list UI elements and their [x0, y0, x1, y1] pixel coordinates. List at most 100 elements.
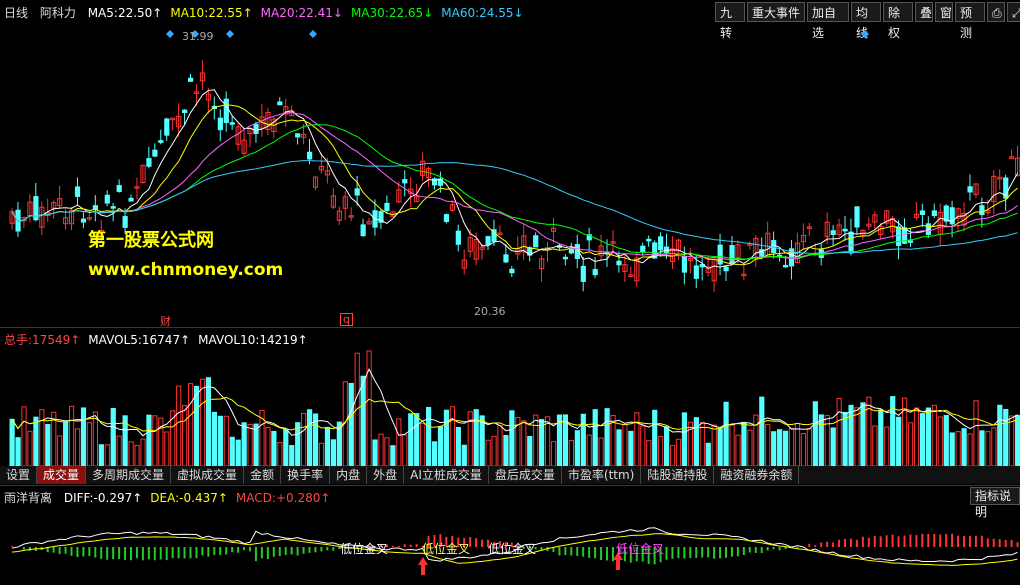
volume-bar: [902, 397, 908, 466]
indicator-tab[interactable]: 虚拟成交量: [171, 466, 245, 484]
volume-bar: [925, 407, 931, 466]
volume-chart[interactable]: [0, 348, 1020, 466]
volume-label: MAVOL5:: [88, 333, 142, 347]
volume-bar: [140, 438, 146, 466]
volume-bar: [681, 412, 688, 466]
volume-bar: [878, 409, 884, 466]
candle-body: [640, 245, 646, 253]
q-event-marker[interactable]: q: [340, 313, 353, 326]
volume-bar: [223, 415, 229, 466]
candle-body: [562, 256, 569, 260]
ma-label: MA30:: [350, 6, 389, 20]
volume-bar: [705, 442, 711, 466]
ma-indicator: MA10:22.55↑: [170, 6, 252, 20]
candle-body: [384, 202, 390, 212]
toolbar-button[interactable]: 预测: [955, 2, 985, 40]
volume-bar: [330, 439, 336, 466]
candle-body: [164, 118, 170, 136]
volume-bar: [289, 445, 295, 466]
volume-indicator: MAVOL5:16747↑: [88, 333, 190, 347]
candle-body: [188, 77, 194, 82]
ma-label: MA10:: [170, 6, 209, 20]
candle-body: [485, 236, 491, 246]
candle-body: [848, 231, 854, 254]
indicator-tab[interactable]: 多周期成交量: [86, 466, 172, 484]
volume-bar: [800, 433, 807, 466]
volume-bar: [634, 412, 640, 466]
volume-arrow: ↑: [70, 333, 81, 347]
candle-body: [533, 235, 539, 248]
volume-bar: [80, 407, 87, 466]
volume-bar: [539, 419, 545, 466]
candle-body: [74, 186, 81, 197]
volume-bar: [973, 400, 979, 466]
volume-bar: [842, 411, 848, 466]
volume-bar: [420, 423, 426, 466]
indicator-tab[interactable]: 金额: [244, 466, 282, 484]
volume-bar: [199, 378, 206, 466]
volume-bar: [711, 424, 717, 466]
macd-label: MACD:: [235, 491, 276, 505]
volume-bar: [503, 434, 509, 466]
candle-body: [92, 205, 99, 210]
volume-bar: [33, 416, 39, 466]
toolbar-button[interactable]: 均线: [851, 2, 881, 40]
macd-value: -0.297: [93, 491, 133, 505]
indicator-tab[interactable]: 换手率: [281, 466, 331, 484]
toolbar-button[interactable]: ⤢: [1007, 2, 1020, 22]
candle-body: [402, 179, 408, 184]
indicator-tab[interactable]: 市盈率(ttm): [562, 466, 642, 484]
volume-bar: [628, 430, 634, 466]
indicator-help-button[interactable]: 指标说明: [970, 487, 1020, 519]
toolbar-button[interactable]: 九转: [715, 2, 745, 40]
volume-value: 17549: [32, 333, 71, 347]
toolbar-button[interactable]: ⎙: [987, 2, 1005, 22]
toolbar-button[interactable]: 重大事件: [747, 2, 805, 22]
volume-bar: [777, 429, 783, 466]
signal-label: 低位金叉: [340, 542, 389, 556]
volume-bar: [592, 409, 598, 466]
indicator-tab[interactable]: 陆股通持股: [641, 466, 715, 484]
volume-bar: [372, 439, 378, 466]
indicator-tab[interactable]: 内盘: [330, 466, 368, 484]
volume-bar: [872, 425, 878, 466]
toolbar-button[interactable]: 加自选: [807, 2, 849, 40]
candle-body: [128, 197, 134, 202]
volume-bar: [9, 418, 15, 466]
volume-info-bar: 总手:17549↑ MAVOL5:16747↑ MAVOL10:14219↑: [4, 331, 316, 348]
volume-bar: [27, 430, 33, 466]
volume-bar: [158, 417, 164, 466]
volume-bar: [110, 408, 116, 466]
toolbar-button[interactable]: 窗: [935, 2, 953, 22]
volume-arrow: ↑: [297, 333, 308, 347]
volume-bar: [277, 442, 283, 466]
volume-bar: [235, 439, 241, 466]
candle-body: [253, 123, 259, 135]
indicator-tab[interactable]: 融资融券余额: [714, 466, 800, 484]
volume-bar: [949, 432, 955, 466]
period-label[interactable]: 日线: [4, 4, 28, 21]
candle-body: [681, 256, 688, 273]
candle-body: [455, 230, 461, 245]
indicator-tab[interactable]: AI立桩成交量: [404, 466, 489, 484]
toolbar-button[interactable]: 叠: [915, 2, 933, 22]
macd-info-bar: 雨洋背离 DIFF:-0.297↑ DEA:-0.437↑ MACD:+0.280↑: [4, 489, 338, 506]
indicator-tab[interactable]: 盘后成交量: [489, 466, 562, 484]
volume-bar: [265, 426, 271, 466]
volume-bar: [449, 406, 455, 466]
volume-bar: [318, 442, 325, 466]
volume-bar: [479, 415, 485, 466]
macd-value: -0.437: [179, 491, 218, 505]
price-candlestick-chart[interactable]: [0, 22, 1020, 327]
volume-bar: [533, 414, 539, 466]
signal-label: 低位金叉: [488, 542, 537, 556]
volume-bar: [408, 413, 414, 466]
toolbar-button[interactable]: 除权: [883, 2, 913, 40]
macd-arrow: ↑: [217, 491, 228, 505]
ma-indicator: MA30:22.65↓: [351, 6, 433, 20]
volume-bar: [616, 429, 622, 466]
indicator-tab[interactable]: 设置: [0, 466, 38, 484]
indicator-tab[interactable]: 成交量: [37, 466, 87, 484]
indicator-tab[interactable]: 外盘: [367, 466, 405, 484]
volume-bar: [283, 428, 289, 466]
